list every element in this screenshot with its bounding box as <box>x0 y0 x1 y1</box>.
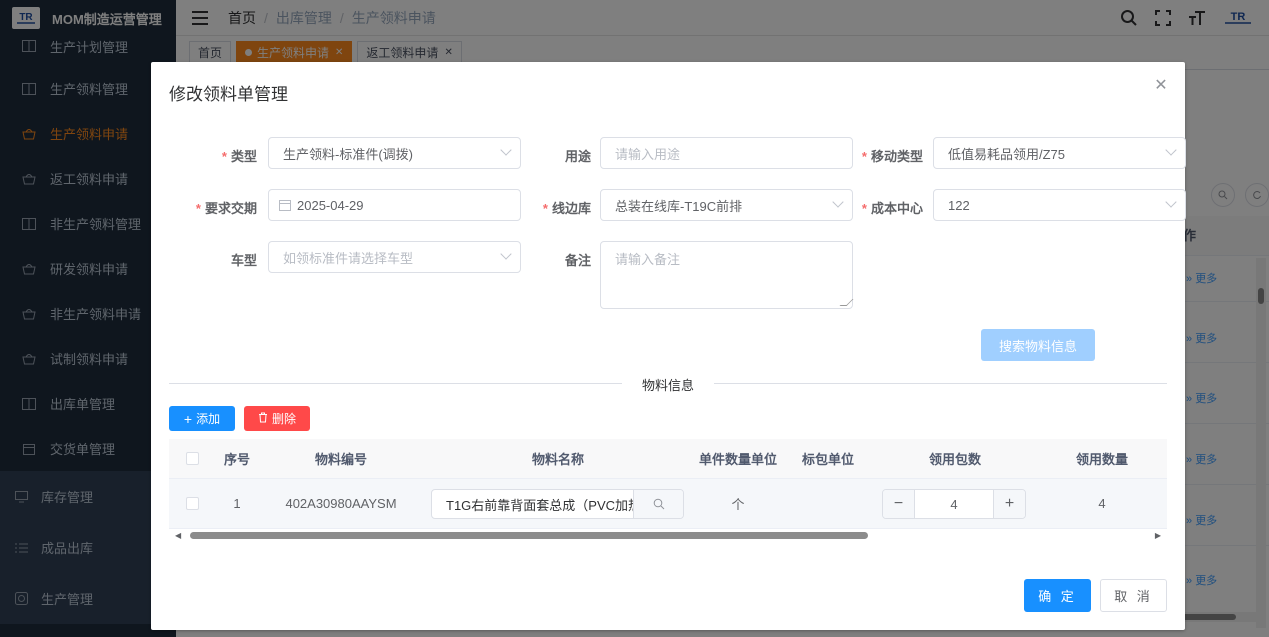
cost-center-select-value: 122 <box>948 197 970 213</box>
column-header: 物料编号 <box>314 452 367 467</box>
remark-textarea[interactable]: 请输入备注 <box>600 241 854 309</box>
due-date-label-text: 要求交期 <box>204 201 257 216</box>
table-row: 1 402A30980AAYSM T1G右前靠背面套总成（PVC加热 个 − 4… <box>169 479 1167 529</box>
move-type-label: * 移动类型 <box>861 149 923 164</box>
decrement-button[interactable]: − <box>883 490 915 518</box>
cost-center-label: * 成本中心 <box>861 201 923 216</box>
column-header: 领用数量 <box>1075 452 1128 467</box>
scroll-right-icon[interactable]: ▶ <box>1155 531 1161 540</box>
cancel-button[interactable]: 取 消 <box>1100 579 1167 612</box>
line-store-select[interactable]: 总装在线库-T19C前排 <box>600 189 853 221</box>
plus-icon: + <box>183 410 193 427</box>
confirm-button[interactable]: 确 定 <box>1024 579 1091 612</box>
search-icon[interactable] <box>633 490 683 518</box>
cost-center-select[interactable]: 122 <box>933 189 1186 221</box>
section-title: 物料信息 <box>622 375 715 394</box>
material-table-header: 序号 物料编号 物料名称 单件数量单位 标包单位 领用包数 领用数量 <box>169 439 1167 479</box>
move-type-select-value: 低值易耗品领用/Z75 <box>948 146 1066 162</box>
material-code: 402A30980AAYSM <box>285 496 397 511</box>
purpose-input[interactable]: 请输入用途 <box>600 137 853 169</box>
column-header: 序号 <box>223 452 250 467</box>
column-header: 标包单位 <box>801 452 854 467</box>
scroll-left-icon[interactable]: ◀ <box>175 531 181 540</box>
row-index: 1 <box>233 496 241 511</box>
add-button[interactable]: + 添加 <box>169 406 235 431</box>
due-date-value: 2025-04-29 <box>297 197 364 213</box>
line-store-label: * 线边库 <box>542 201 591 216</box>
scrollbar-thumb[interactable] <box>190 532 868 539</box>
type-label: * 类型 <box>221 149 257 164</box>
type-label-text: 类型 <box>230 149 257 164</box>
chevron-down-icon <box>832 196 844 208</box>
line-store-select-value: 总装在线库-T19C前排 <box>615 198 743 214</box>
calendar-icon <box>279 199 291 211</box>
pack-unit-cell <box>783 479 873 528</box>
edit-picking-dialog: 修改领料单管理 ✕ * 类型 生产领料-标准件(调拨) 用途 请输入用途 * 移动类… <box>151 62 1186 630</box>
car-model-placeholder: 如领标准件请选择车型 <box>283 250 414 266</box>
due-date-picker[interactable]: 2025-04-29 <box>268 189 521 221</box>
pack-count-value[interactable]: 4 <box>915 490 993 518</box>
car-model-select[interactable]: 如领标准件请选择车型 <box>268 241 521 273</box>
remark-label: 备注 <box>564 253 591 268</box>
add-button-label: 添加 <box>196 412 221 426</box>
delete-button-label: 删除 <box>271 412 296 426</box>
pack-count-stepper[interactable]: − 4 + <box>882 489 1026 519</box>
trash-icon <box>258 412 268 426</box>
material-name-value: T1G右前靠背面套总成（PVC加热 <box>446 497 634 513</box>
select-all-checkbox[interactable] <box>185 452 199 465</box>
increment-button[interactable]: + <box>993 490 1025 518</box>
chevron-down-icon <box>500 144 512 156</box>
type-select-value: 生产领料-标准件(调拨) <box>283 146 413 162</box>
row-select-cell <box>169 479 215 528</box>
table-horizontal-scrollbar[interactable]: ◀ ▶ <box>169 529 1167 541</box>
chevron-down-icon <box>1165 196 1177 208</box>
line-store-label-text: 线边库 <box>551 201 591 216</box>
unit-cell: 个 <box>731 497 745 512</box>
delete-button[interactable]: 删除 <box>244 406 310 431</box>
material-name-input[interactable]: T1G右前靠背面套总成（PVC加热 <box>431 489 684 519</box>
cost-center-label-text: 成本中心 <box>870 201 923 216</box>
column-header: 单件数量单位 <box>698 452 777 467</box>
chevron-down-icon <box>1165 144 1177 156</box>
close-icon[interactable]: ✕ <box>1153 78 1169 94</box>
due-date-label: * 要求交期 <box>195 201 257 216</box>
dialog-title: 修改领料单管理 <box>169 85 288 104</box>
select-all-cell <box>169 439 215 478</box>
type-select[interactable]: 生产领料-标准件(调拨) <box>268 137 521 169</box>
column-header: 领用包数 <box>928 452 981 467</box>
column-header: 物料名称 <box>531 452 584 467</box>
chevron-down-icon <box>500 248 512 260</box>
row-checkbox[interactable] <box>185 497 199 510</box>
purpose-placeholder: 请输入用途 <box>615 146 681 162</box>
move-type-label-text: 移动类型 <box>870 149 923 164</box>
remark-placeholder: 请输入备注 <box>615 252 681 267</box>
search-material-button[interactable]: 搜索物料信息 <box>981 329 1095 361</box>
resize-handle-icon[interactable] <box>839 299 854 306</box>
purpose-label: 用途 <box>564 149 591 164</box>
car-model-label: 车型 <box>230 253 257 268</box>
quantity-cell: 4 <box>1098 496 1106 511</box>
move-type-select[interactable]: 低值易耗品领用/Z75 <box>933 137 1186 169</box>
